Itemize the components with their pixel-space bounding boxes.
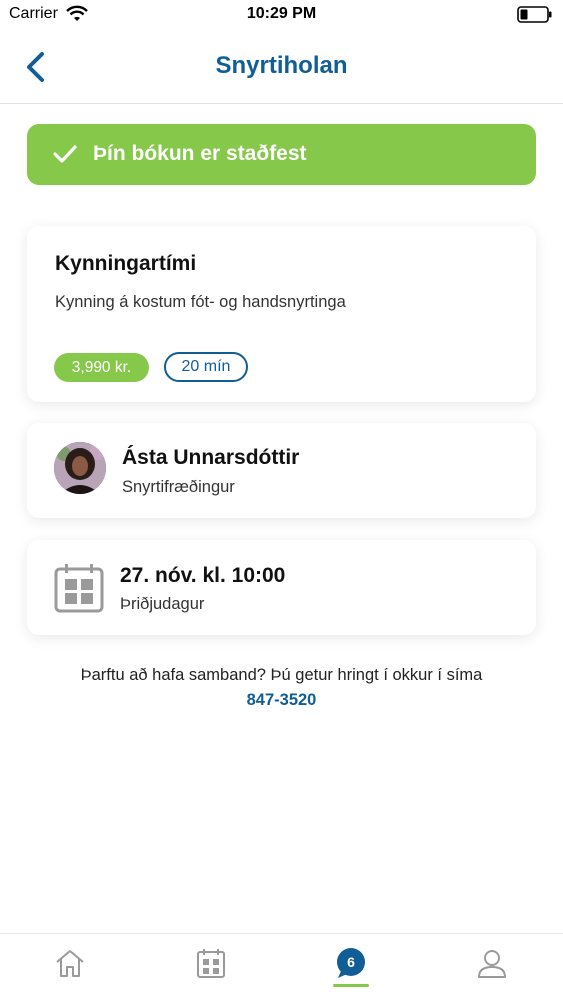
status-time: 10:29 PM xyxy=(246,5,317,22)
confirmation-banner: Þín bókun er staðfest xyxy=(27,124,536,185)
staff-name: Ásta Unnarsdóttir xyxy=(122,446,300,469)
page-title: Snyrtiholan xyxy=(215,52,348,79)
bookings-count-badge: 6 xyxy=(347,954,355,970)
tab-calendar[interactable] xyxy=(176,934,246,1000)
staff-role: Snyrtifræðingur xyxy=(122,478,235,496)
battery-icon xyxy=(517,6,552,23)
price-badge: 3,990 kr. xyxy=(54,353,149,382)
contact-text: Þarftu að hafa samband? Þú getur hringt … xyxy=(80,666,483,684)
service-card: Kynningartími Kynning á kostum fót- og h… xyxy=(27,226,536,402)
tab-home[interactable] xyxy=(35,934,105,1000)
avatar-photo xyxy=(54,442,106,494)
avatar xyxy=(54,442,106,494)
tab-bar: 6 xyxy=(0,933,563,1000)
staff-card: Ásta Unnarsdóttir Snyrtifræðingur xyxy=(27,423,536,518)
home-icon xyxy=(56,950,84,977)
confirmation-message: Þín bókun er staðfest xyxy=(93,142,307,165)
active-tab-indicator xyxy=(333,984,369,987)
check-icon xyxy=(53,145,77,163)
navigation-bar: Snyrtiholan xyxy=(0,30,563,104)
appointment-card: 27. nóv. kl. 10:00 Þriðjudagur xyxy=(27,540,536,635)
duration-badge: 20 mín xyxy=(164,352,248,382)
appointment-datetime: 27. nóv. kl. 10:00 xyxy=(120,564,286,587)
tab-profile[interactable] xyxy=(457,934,527,1000)
service-description: Kynning á kostum fót- og handsnyrtinga xyxy=(55,293,346,311)
contact-phone-link[interactable]: 847-3520 xyxy=(0,691,563,710)
tab-bookings[interactable]: 6 xyxy=(316,934,386,1000)
service-name: Kynningartími xyxy=(55,252,197,275)
calendar-grid-icon xyxy=(197,949,225,978)
user-icon xyxy=(478,950,506,978)
appointment-weekday: Þriðjudagur xyxy=(120,595,205,613)
status-bar: Carrier 10:29 PM xyxy=(0,0,563,30)
calendar-icon xyxy=(54,564,104,613)
